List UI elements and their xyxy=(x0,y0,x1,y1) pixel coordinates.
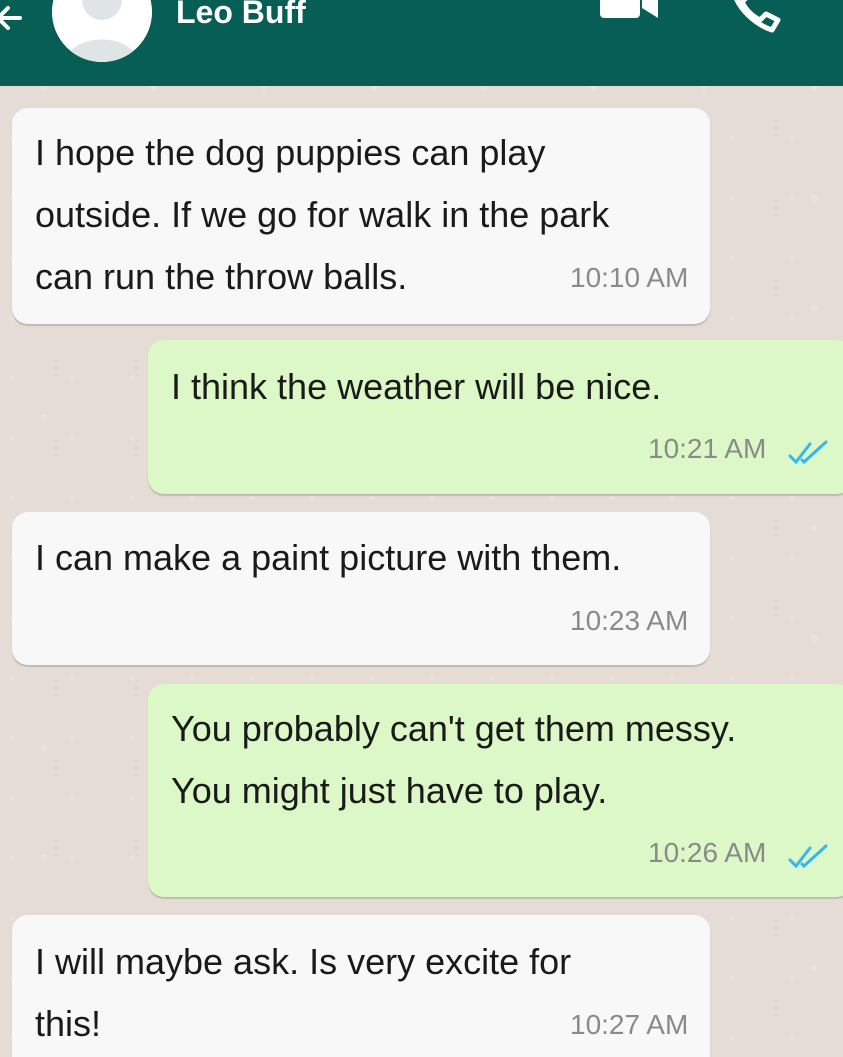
message-text: can run the throw balls. xyxy=(35,256,408,297)
message-timestamp: 10:10 AM xyxy=(570,262,689,293)
message-timestamp: 10:23 AM xyxy=(570,605,689,636)
message-timestamp: 10:26 AM xyxy=(648,837,767,868)
message-text: I can make a paint picture with them. xyxy=(35,537,622,578)
message-text: I think the weather will be nice. xyxy=(171,366,662,407)
message-bubble-outgoing[interactable]: You probably can't get them messy. You m… xyxy=(148,684,843,897)
message-timestamp: 10:21 AM xyxy=(648,433,767,464)
message-timestamp: 10:27 AM xyxy=(570,1009,689,1040)
double-check-icon xyxy=(788,440,828,465)
double-check-icon xyxy=(788,844,828,869)
message-bubble-incoming[interactable]: I can make a paint picture with them. 10… xyxy=(12,512,710,665)
message-text: I hope the dog puppies can play xyxy=(35,132,546,173)
message-text: outside. If we go for walk in the park xyxy=(35,194,610,235)
avatar[interactable] xyxy=(52,0,152,62)
message-text: this! xyxy=(35,1003,102,1044)
message-text: I will maybe ask. Is very excite for xyxy=(35,941,572,982)
phone-call-icon[interactable] xyxy=(728,0,784,38)
contact-name[interactable]: Leo Buff xyxy=(176,0,306,32)
chat-header: Leo Buff xyxy=(0,0,843,86)
message-bubble-incoming[interactable]: I will maybe ask. Is very excite for thi… xyxy=(12,915,710,1057)
default-avatar-icon xyxy=(52,0,152,62)
video-call-icon[interactable] xyxy=(600,0,662,32)
message-text: You probably can't get them messy. xyxy=(171,708,737,749)
message-bubble-outgoing[interactable]: I think the weather will be nice. 10:21 … xyxy=(148,340,843,494)
back-arrow-icon[interactable] xyxy=(0,0,34,32)
message-text: You might just have to play. xyxy=(171,770,608,811)
message-bubble-incoming[interactable]: I hope the dog puppies can play outside.… xyxy=(12,108,710,324)
